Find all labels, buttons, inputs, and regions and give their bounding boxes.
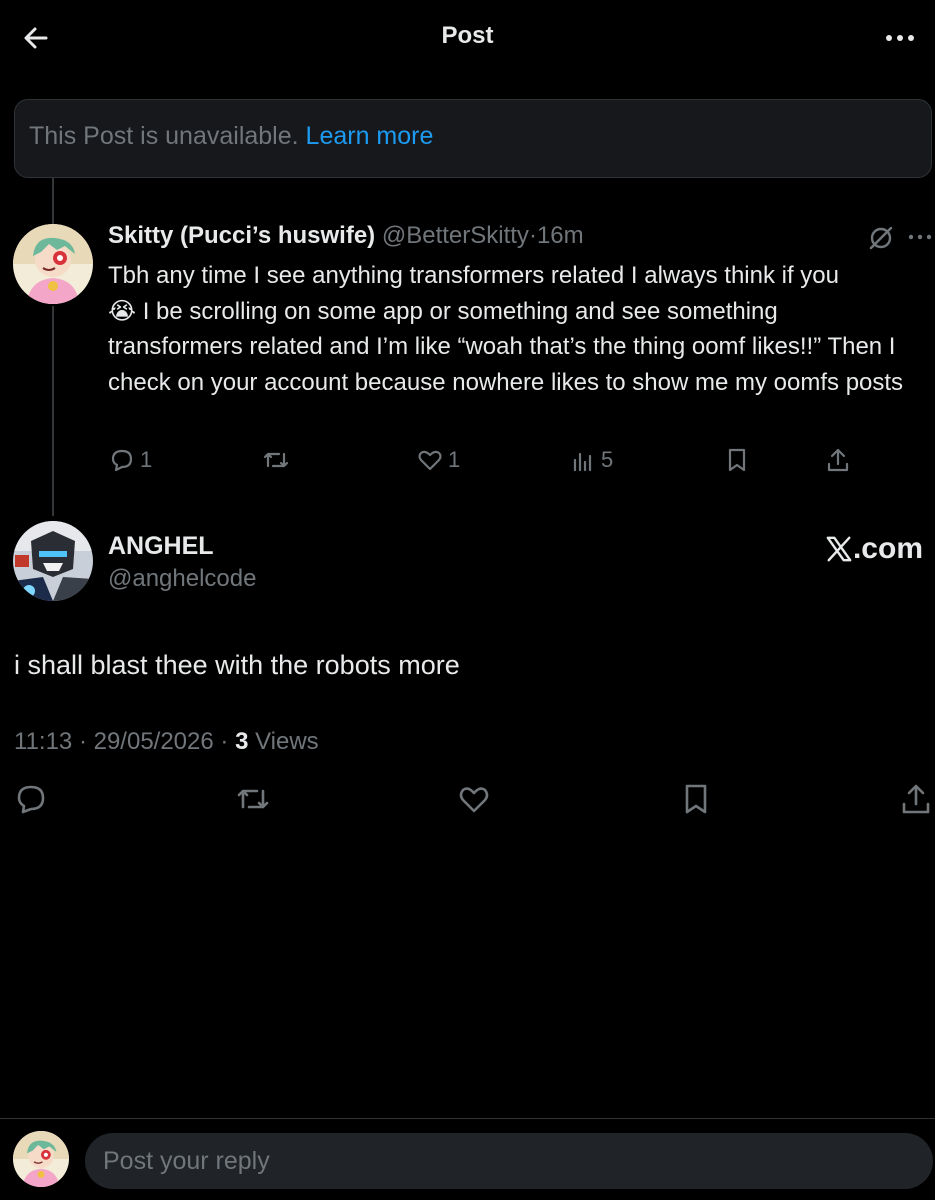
post-time[interactable]: 11:13: [14, 728, 72, 755]
like-button[interactable]: 1: [416, 446, 460, 474]
avatar[interactable]: [13, 1131, 69, 1187]
reply-count: 1: [140, 447, 153, 472]
reply-bubble-icon: [111, 449, 133, 472]
x-com-watermark: .com: [825, 532, 923, 566]
post-date[interactable]: 29/05/2026: [94, 728, 214, 755]
reply-input[interactable]: [85, 1133, 933, 1189]
repost-button[interactable]: [236, 782, 270, 816]
share-button[interactable]: [824, 446, 852, 474]
composer-divider: [0, 1118, 935, 1119]
avatar[interactable]: [13, 224, 93, 304]
reply-text-rest: I be scrolling on some app or something …: [108, 297, 904, 396]
post-text: i shall blast thee with the robots more: [14, 650, 460, 680]
heart-icon: [418, 450, 442, 471]
separator-dot: ·: [528, 222, 537, 249]
thread-connector: [52, 178, 54, 224]
bookmark-icon: [728, 448, 746, 472]
share-icon: [827, 448, 849, 472]
views-label: Views: [255, 728, 319, 755]
heart-icon: [459, 787, 489, 813]
bookmark-button[interactable]: [679, 782, 713, 816]
learn-more-link[interactable]: Learn more: [306, 122, 434, 150]
reply-button[interactable]: [14, 782, 48, 816]
post-author-handle[interactable]: @anghelcode: [108, 565, 256, 593]
x-logo-icon: [826, 536, 852, 562]
reply-text-line1: Tbh any time I see anything transformers…: [108, 262, 840, 289]
views-count: 3: [235, 728, 249, 755]
like-button[interactable]: [457, 782, 491, 816]
post-page: Post This Post is unavailable. Learn mor…: [0, 0, 935, 1200]
more-options-icon[interactable]: [883, 22, 917, 54]
share-button[interactable]: [899, 782, 933, 816]
reply-author-handle[interactable]: @BetterSkitty: [382, 222, 529, 249]
reply-bubble-icon: [17, 785, 45, 814]
top-bar: Post: [0, 0, 935, 78]
page-title: Post: [441, 22, 494, 49]
crying-emoji: 😭: [108, 297, 137, 325]
share-icon: [902, 784, 930, 814]
post-meta: 11:13 · 29/05/2026 · 3 Views: [14, 728, 319, 755]
avatar[interactable]: [13, 521, 93, 601]
brand-domain: .com: [852, 532, 923, 565]
unavailable-post-notice: This Post is unavailable. Learn more: [14, 99, 932, 178]
unavailable-text: This Post is unavailable.: [29, 122, 299, 150]
view-count: 5: [601, 447, 614, 472]
thread-connector: [52, 306, 54, 516]
bookmark-button[interactable]: [723, 446, 751, 474]
post-author-name[interactable]: ANGHEL: [108, 532, 214, 561]
reply-author-name[interactable]: Skitty (Pucci’s huswife): [108, 222, 375, 249]
views-button[interactable]: 5: [569, 446, 613, 474]
reply-comment-button[interactable]: 1: [108, 446, 152, 474]
reply-header: Skitty (Pucci’s huswife) @BetterSkitty·1…: [108, 222, 584, 250]
reply-more-icon[interactable]: [906, 222, 934, 250]
repost-icon: [263, 452, 289, 468]
repost-icon: [237, 789, 269, 809]
muted-circle-icon[interactable]: [866, 222, 896, 252]
bookmark-icon: [685, 784, 707, 814]
analytics-icon: [573, 452, 592, 472]
like-count: 1: [448, 447, 461, 472]
reply-timestamp[interactable]: 16m: [537, 222, 584, 249]
reply-text: Tbh any time I see anything transformers…: [108, 258, 908, 400]
repost-button[interactable]: [262, 446, 290, 474]
